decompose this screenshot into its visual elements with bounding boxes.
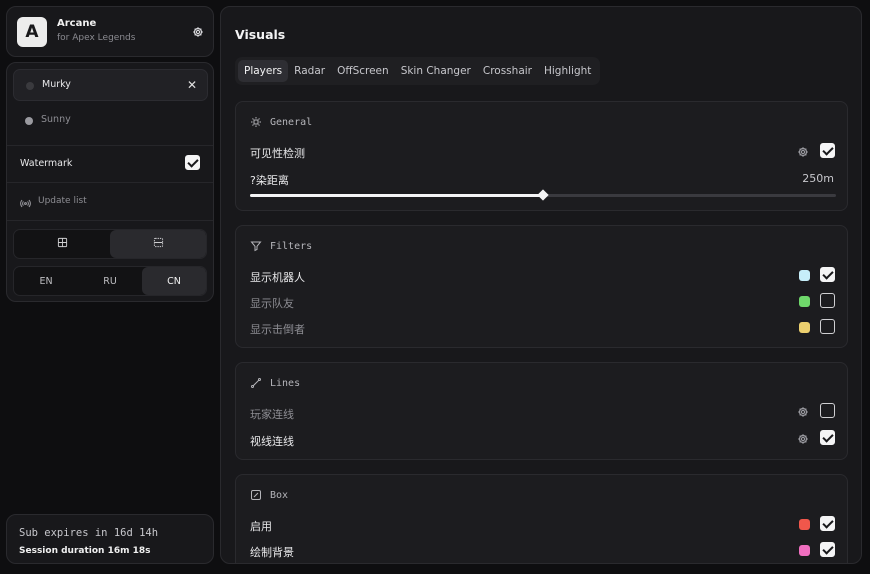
sight-lines-checkbox[interactable] [820,430,835,445]
lang-cn-button[interactable]: CN [142,267,206,295]
lang-en-button[interactable]: EN [14,267,78,295]
divider [7,145,213,146]
section-box: Box 启用 绘制背景 [235,474,848,563]
color-swatch[interactable] [799,519,810,530]
section-header: General [250,116,312,128]
section-header: Lines [250,377,300,389]
main-panel: Visuals Players Radar OffScreen Skin Cha… [220,6,862,564]
brand-header: A Arcane for Apex Legends [6,6,214,57]
watermark-checkbox[interactable] [185,155,200,170]
app-logo: A [17,17,47,47]
language-toggle: EN RU CN [13,266,207,296]
visibility-check-checkbox[interactable] [820,143,835,158]
divider [7,182,213,183]
section-title: Lines [270,377,301,389]
subscription-expiry: Sub expires in 16d 14h [19,527,159,539]
box-icon [250,489,262,501]
box-background-checkbox[interactable] [820,542,835,557]
filter-bots-checkbox[interactable] [820,267,835,282]
filter-knocked-label: 显示击倒者 [250,323,305,336]
app-name: Arcane [57,18,97,29]
config-dot [25,117,33,125]
section-general: General 可见性检测 ?染距离 250m [235,101,848,211]
lang-ru-button[interactable]: RU [78,267,142,295]
section-title: General [270,116,313,128]
config-item-murky[interactable]: Murky ✕ [13,69,208,101]
slider-fill [250,194,543,197]
session-duration: Session duration 16m 18s [19,546,151,556]
tab-skin-changer[interactable]: Skin Changer [395,60,477,82]
slider-handle[interactable] [537,189,549,201]
config-dot [26,82,34,90]
section-header: Box [250,489,288,501]
section-lines: Lines 玩家连线 视线连线 [235,362,848,460]
color-swatch[interactable] [799,296,810,307]
tab-bar: Players Radar OffScreen Skin Changer Cro… [235,57,601,85]
subscription-panel: Sub expires in 16d 14h Session duration … [6,514,214,564]
section-header: Filters [250,240,312,252]
divider [7,220,213,221]
filter-bots-label: 显示机器人 [250,271,305,284]
section-title: Box [270,489,289,501]
tab-radar[interactable]: Radar [288,60,331,82]
page-title: Visuals [235,27,286,42]
config-item-label: Murky [42,79,71,90]
gear-icon[interactable] [192,26,204,38]
render-distance-label: ?染距离 [250,174,289,187]
tab-highlight[interactable]: Highlight [538,60,597,82]
tab-players[interactable]: Players [238,60,289,82]
tab-crosshair[interactable]: Crosshair [477,60,538,82]
list-icon [153,237,164,251]
filter-teammates-checkbox[interactable] [820,293,835,308]
filter-teammates-label: 显示队友 [250,297,294,310]
update-list-link[interactable]: Update list [38,196,87,206]
layout-toggle [13,229,207,259]
layout-grid-button[interactable] [14,230,110,258]
gear-icon[interactable] [797,433,809,445]
gear-icon[interactable] [797,406,809,418]
config-item-label: Sunny [41,114,71,125]
sun-icon [250,116,262,128]
gear-icon[interactable] [797,146,809,158]
line-icon [250,377,262,389]
box-enable-checkbox[interactable] [820,516,835,531]
layout-list-button[interactable] [110,230,206,258]
render-distance-slider[interactable] [250,189,836,201]
grid-icon [57,237,68,251]
box-enable-label: 启用 [250,520,272,533]
filter-knocked-checkbox[interactable] [820,319,835,334]
filter-icon [250,240,262,252]
tab-offscreen[interactable]: OffScreen [331,60,395,82]
box-background-label: 绘制背景 [250,546,294,559]
config-item-sunny[interactable]: Sunny [13,105,208,137]
section-title: Filters [270,240,313,252]
color-swatch[interactable] [799,270,810,281]
visibility-check-label: 可见性检测 [250,147,305,160]
color-swatch[interactable] [799,322,810,333]
config-panel: Murky ✕ Sunny Watermark Update list EN R… [6,62,214,302]
watermark-label: Watermark [20,158,73,169]
close-icon[interactable]: ✕ [187,78,197,92]
broadcast-icon [20,194,31,213]
color-swatch[interactable] [799,545,810,556]
render-distance-value: 250m [802,172,834,185]
player-lines-label: 玩家连线 [250,408,294,421]
sight-lines-label: 视线连线 [250,435,294,448]
player-lines-checkbox[interactable] [820,403,835,418]
app-subtitle: for Apex Legends [57,33,136,43]
section-filters: Filters 显示机器人 显示队友 显示击倒者 [235,225,848,348]
